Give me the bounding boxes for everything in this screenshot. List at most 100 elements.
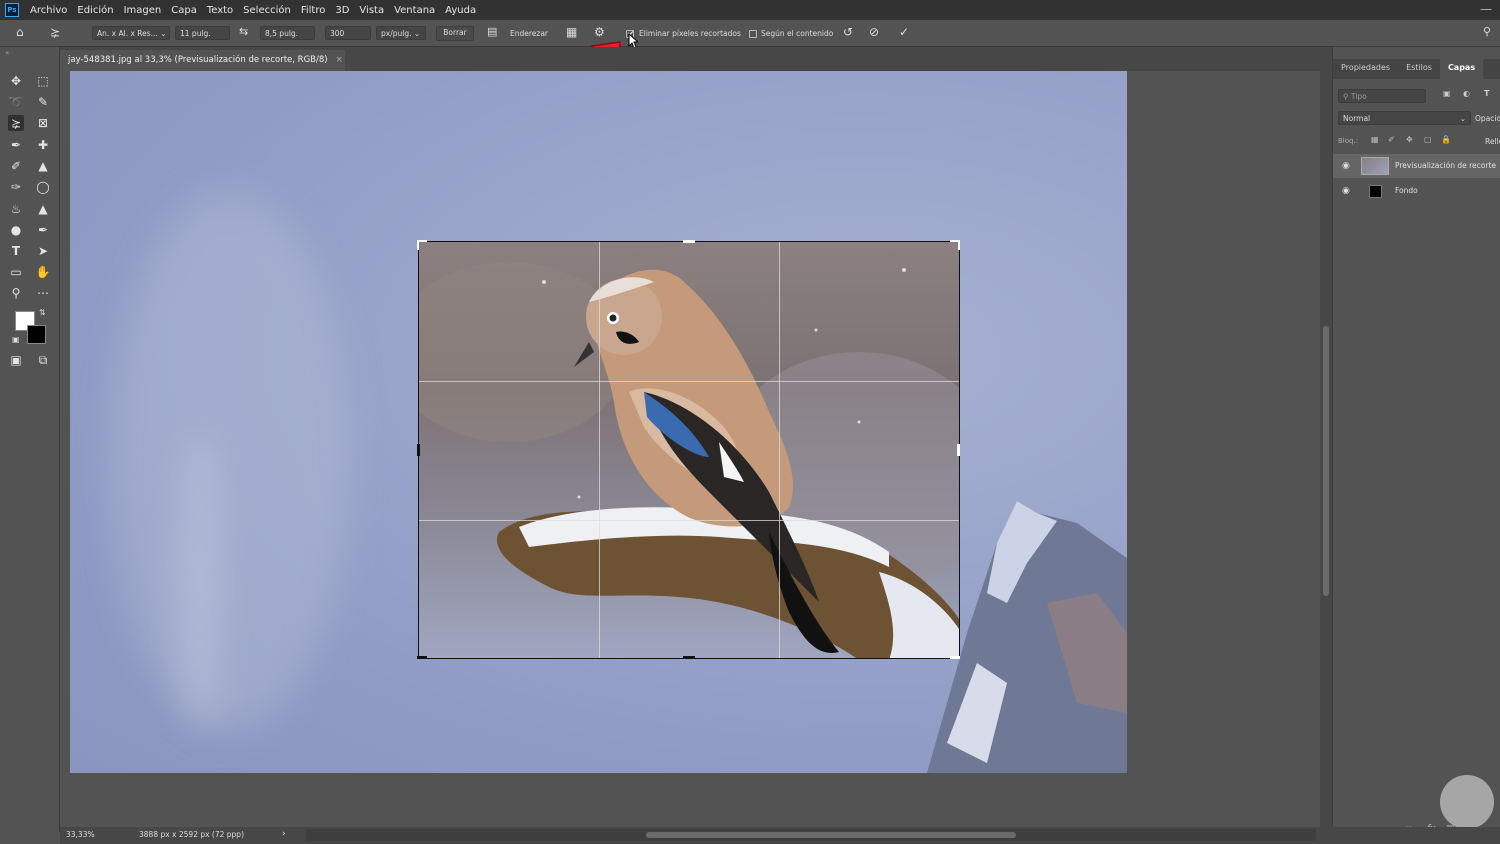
search-icon[interactable]: ⚲ xyxy=(1483,25,1491,39)
horizontal-scrollbar-thumb[interactable] xyxy=(646,832,1016,838)
document-tab-title: jay-548381.jpg al 33,3% (Previsualizació… xyxy=(68,55,328,65)
crop-handle-right[interactable] xyxy=(957,444,960,456)
blend-mode-select[interactable]: Normal ⌄ xyxy=(1338,111,1471,125)
lock-transparency-icon[interactable]: ▦ xyxy=(1371,135,1379,144)
menu-archivo[interactable]: Archivo xyxy=(25,5,72,16)
close-tab-icon[interactable]: × xyxy=(336,55,343,65)
tab-styles[interactable]: Estilos xyxy=(1398,59,1440,79)
hand-tool-icon[interactable]: ✋ xyxy=(35,264,51,280)
layer-filter-select[interactable]: ⚲ Tipo xyxy=(1338,89,1426,103)
swap-colors-icon[interactable]: ⇅ xyxy=(39,308,46,317)
eyedropper-tool-icon[interactable]: ✒ xyxy=(8,137,24,153)
crop-tool-preset-icon[interactable]: ⪲ xyxy=(50,25,60,39)
image-filter-icon[interactable]: ▣ xyxy=(1443,89,1451,98)
lock-artboard-icon[interactable]: ▢ xyxy=(1424,135,1432,144)
lasso-tool-icon[interactable]: ➰ xyxy=(8,94,24,110)
tab-layers[interactable]: Capas xyxy=(1439,59,1484,79)
more-tools-icon[interactable]: ⋯ xyxy=(35,285,51,301)
menu-capa[interactable]: Capa xyxy=(166,5,202,16)
menu-filtro[interactable]: Filtro xyxy=(296,5,331,16)
brush-tool-icon[interactable]: ✐ xyxy=(8,158,24,174)
frame-tool-icon[interactable]: ⊠ xyxy=(35,115,51,131)
layer-row-fondo[interactable]: ◉ Fondo xyxy=(1333,179,1500,203)
visibility-eye-icon[interactable]: ◉ xyxy=(1342,186,1350,196)
grid-overlay-icon[interactable]: ▦ xyxy=(566,25,577,39)
panel-tabs: Propiedades Estilos Capas xyxy=(1333,59,1500,79)
menu-edicion[interactable]: Edición xyxy=(72,5,118,16)
menu-3d[interactable]: 3D xyxy=(330,5,354,16)
collapse-icon[interactable]: « xyxy=(5,49,9,57)
layer-thumbnail xyxy=(1361,157,1389,175)
document-tab[interactable]: jay-548381.jpg al 33,3% (Previsualizació… xyxy=(60,50,345,71)
crop-handle-bottom-left[interactable] xyxy=(417,656,427,659)
lock-image-icon[interactable]: ✐ xyxy=(1388,135,1395,144)
horizontal-scrollbar[interactable] xyxy=(306,829,1316,841)
resolution-unit-select[interactable]: px/pulg. ⌄ xyxy=(376,26,426,40)
blur-tool-icon[interactable]: ▲ xyxy=(35,201,51,217)
crop-grid-line xyxy=(419,520,959,521)
status-arrow-icon[interactable]: › xyxy=(282,829,286,839)
paint-bucket-tool-icon[interactable]: ♨ xyxy=(8,201,24,217)
menu-texto[interactable]: Texto xyxy=(202,5,238,16)
marquee-tool-icon[interactable]: ⬚ xyxy=(35,73,51,89)
tab-properties[interactable]: Propiedades xyxy=(1333,59,1398,79)
straighten-button[interactable]: Enderezar xyxy=(510,29,548,38)
resolution-input[interactable]: 300 xyxy=(325,26,371,40)
commit-check-icon[interactable]: ✓ xyxy=(899,25,909,39)
crop-grid-line xyxy=(779,242,780,658)
menu-ayuda[interactable]: Ayuda xyxy=(440,5,481,16)
type-tool-icon[interactable]: T xyxy=(8,243,24,259)
lock-all-icon[interactable]: 🔒 xyxy=(1441,135,1451,144)
crop-handle-bottom-right[interactable] xyxy=(950,656,960,659)
visibility-eye-icon[interactable]: ◉ xyxy=(1342,161,1350,171)
vertical-scrollbar-thumb[interactable] xyxy=(1323,326,1329,596)
menu-seleccion[interactable]: Selección xyxy=(238,5,296,16)
screen-mode-icon[interactable]: ⧉ xyxy=(35,352,51,368)
height-input[interactable]: 8,5 pulg. xyxy=(260,26,315,40)
clear-button[interactable]: Borrar xyxy=(436,26,474,41)
rectangle-tool-icon[interactable]: ▭ xyxy=(8,264,24,280)
swap-icon[interactable]: ⇆ xyxy=(239,25,248,39)
dodge-tool-icon[interactable]: ● xyxy=(8,222,24,238)
width-input[interactable]: 11 pulg. xyxy=(175,26,230,40)
content-aware-checkbox[interactable] xyxy=(749,30,757,38)
crop-preview-box[interactable] xyxy=(418,241,960,659)
options-bar: ⌂ ⪲ An. x Al. x Res... ⌄ 11 pulg. ⇆ 8,5 … xyxy=(0,20,1500,47)
lock-position-icon[interactable]: ✥ xyxy=(1406,135,1413,144)
crop-handle-top-left[interactable] xyxy=(417,240,419,250)
layer-thumbnail xyxy=(1369,185,1382,198)
quick-selection-tool-icon[interactable]: ✎ xyxy=(35,94,51,110)
minimize-icon[interactable]: — xyxy=(1480,2,1492,16)
pen-tool-icon[interactable]: ✒ xyxy=(35,222,51,238)
home-icon[interactable]: ⌂ xyxy=(16,25,24,39)
crop-handle-top[interactable] xyxy=(683,240,695,243)
crop-handle-top-right[interactable] xyxy=(958,240,960,250)
layer-row-crop-preview[interactable]: ◉ Previsualización de recorte xyxy=(1333,154,1500,178)
type-filter-icon[interactable]: T xyxy=(1484,89,1489,98)
eraser-tool-icon[interactable]: ◯ xyxy=(35,179,51,195)
ratio-preset-select[interactable]: An. x Al. x Res... ⌄ xyxy=(92,26,170,40)
menu-vista[interactable]: Vista xyxy=(354,5,389,16)
healing-brush-tool-icon[interactable]: ✚ xyxy=(35,137,51,153)
menu-imagen[interactable]: Imagen xyxy=(119,5,167,16)
vertical-scrollbar[interactable] xyxy=(1320,71,1332,827)
menu-ventana[interactable]: Ventana xyxy=(389,5,440,16)
watermark-logo-icon xyxy=(1440,775,1494,829)
crop-handle-bottom[interactable] xyxy=(683,656,695,659)
background-color-swatch[interactable] xyxy=(27,325,46,344)
clone-stamp-tool-icon[interactable]: ▲ xyxy=(35,158,51,174)
history-brush-tool-icon[interactable]: ✑ xyxy=(8,179,24,195)
quick-mask-icon[interactable]: ▣ xyxy=(8,352,24,368)
gear-icon[interactable]: ⚙ xyxy=(594,25,605,39)
path-selection-tool-icon[interactable]: ➤ xyxy=(35,243,51,259)
default-colors-icon[interactable]: ▣ xyxy=(12,335,20,344)
zoom-tool-icon[interactable]: ⚲ xyxy=(8,285,24,301)
zoom-level[interactable]: 33,33% xyxy=(66,830,95,839)
cancel-icon[interactable]: ⊘ xyxy=(869,25,879,39)
straighten-icon[interactable]: ▤ xyxy=(487,25,497,39)
crop-handle-left[interactable] xyxy=(417,444,420,456)
adjustment-filter-icon[interactable]: ◐ xyxy=(1463,89,1470,98)
reset-icon[interactable]: ↺ xyxy=(843,25,853,39)
move-tool-icon[interactable]: ✥ xyxy=(8,73,24,89)
crop-tool-icon[interactable]: ⪲ xyxy=(8,115,24,131)
